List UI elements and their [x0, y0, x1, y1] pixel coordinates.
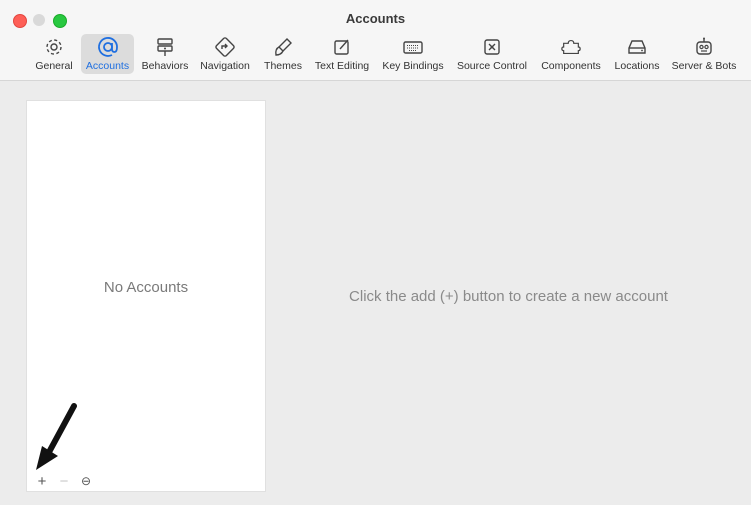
tab-navigation-label: Navigation: [200, 60, 250, 72]
tab-source-control-label: Source Control: [456, 60, 528, 72]
source-control-icon: [481, 36, 503, 58]
tab-general[interactable]: General: [32, 34, 76, 74]
remove-account-button[interactable]: −: [53, 473, 75, 490]
tab-server-and-bots-label: Server & Bots: [671, 60, 737, 72]
window-title: Accounts: [345, 11, 406, 26]
accounts-list-toolbar: + − ⊖: [31, 473, 97, 490]
tab-server-and-bots[interactable]: Server & Bots: [670, 34, 738, 74]
tab-themes[interactable]: Themes: [262, 34, 304, 74]
annotation-arrow-icon: [36, 403, 77, 470]
tab-text-editing[interactable]: Text Editing: [312, 34, 372, 74]
paintbrush-icon: [272, 36, 294, 58]
tab-themes-label: Themes: [264, 60, 302, 72]
preferences-window: Accounts General Accounts Behaviors Navi…: [0, 0, 751, 505]
tab-navigation[interactable]: Navigation: [198, 34, 252, 74]
tab-text-editing-label: Text Editing: [314, 60, 370, 72]
tab-behaviors[interactable]: Behaviors: [141, 34, 189, 74]
add-account-button[interactable]: +: [31, 473, 53, 490]
tab-key-bindings[interactable]: Key Bindings: [380, 34, 446, 74]
navigation-icon: [214, 36, 236, 58]
tab-accounts-label: Accounts: [85, 60, 130, 72]
drive-icon: [626, 36, 648, 58]
behaviors-icon: [154, 36, 176, 58]
tab-accounts[interactable]: Accounts: [81, 34, 134, 74]
preferences-toolbar: General Accounts Behaviors Navigation Th…: [0, 34, 751, 74]
tab-behaviors-label: Behaviors: [141, 60, 189, 72]
tab-components-label: Components: [541, 60, 601, 72]
puzzle-icon: [560, 36, 582, 58]
tab-components[interactable]: Components: [538, 34, 604, 74]
tab-locations-label: Locations: [614, 60, 660, 72]
add-account-hint: Click the add (+) button to create a new…: [349, 288, 668, 305]
account-options-button[interactable]: ⊖: [75, 473, 97, 489]
title-bar: Accounts General Accounts Behaviors Navi…: [0, 0, 751, 81]
tab-source-control[interactable]: Source Control: [454, 34, 530, 74]
robot-icon: [693, 36, 715, 58]
gear-icon: [43, 36, 65, 58]
no-accounts-text: No Accounts: [103, 279, 189, 296]
pencil-square-icon: [331, 36, 353, 58]
tab-general-label: General: [35, 60, 73, 72]
keyboard-icon: [402, 36, 424, 58]
tab-key-bindings-label: Key Bindings: [382, 60, 444, 72]
tab-locations[interactable]: Locations: [611, 34, 663, 74]
at-sign-icon: [97, 36, 119, 58]
